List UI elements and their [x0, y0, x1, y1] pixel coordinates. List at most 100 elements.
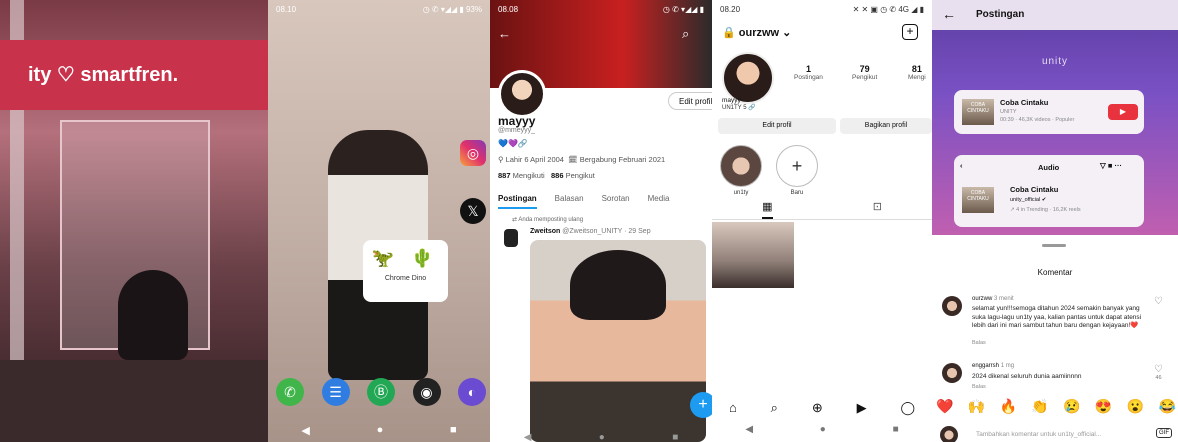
emoji-heart-eyes[interactable]: 😍	[1095, 398, 1112, 415]
emoji-wow[interactable]: 😮	[1127, 398, 1144, 415]
sound-artist: UNITY	[1000, 109, 1017, 115]
app-bottom-nav: ⌂ ⌕ ⊕ ▶ ◯	[712, 400, 932, 416]
sound-card[interactable]: COBA CINTAKU Coba Cintaku UNITY 00:39 · …	[954, 90, 1144, 134]
own-avatar	[940, 426, 958, 442]
profile-meta: ⚲ Lahir 6 April 2004 🗓 Bergabung Februar…	[498, 155, 712, 164]
recents-nav-icon[interactable]: ■	[672, 432, 678, 442]
create-icon[interactable]: +	[902, 24, 918, 40]
messages-app-icon[interactable]: ☰	[321, 378, 350, 406]
create-post-icon[interactable]: ⊕	[812, 400, 823, 416]
compose-post-button[interactable]: +	[690, 392, 712, 418]
camera-app-icon[interactable]: ◉	[412, 378, 441, 406]
audio-card[interactable]: ‹ Audio ▽ ■ ··· COBA CINTAKU Coba Cintak…	[954, 155, 1144, 227]
followers-label[interactable]: Pengikut	[566, 171, 595, 180]
comment-avatar[interactable]	[942, 296, 962, 316]
comment-reply[interactable]: Balas	[972, 340, 986, 346]
back-arrow-icon[interactable]: ←	[942, 6, 956, 22]
emoji-laugh[interactable]: 😂	[1158, 398, 1175, 415]
grid-icon[interactable]: ▦	[762, 200, 773, 219]
recents-nav-icon[interactable]: ■	[450, 424, 457, 437]
account-switcher[interactable]: 🔒 ourzww ⌄	[722, 26, 791, 39]
back-nav-icon[interactable]: ◀	[301, 424, 309, 437]
stat-following-num: 81	[911, 64, 922, 74]
back-nav-icon[interactable]: ◀	[524, 432, 532, 442]
status-icons: ◷ ✆ ▾◢◢ ▮ 93%	[422, 5, 482, 14]
home-icon[interactable]: ⌂	[729, 400, 737, 416]
tab-posts[interactable]: Postingan	[498, 194, 537, 209]
following-label[interactable]: Mengikuti	[513, 171, 545, 180]
sheet-title: Komentar	[1037, 268, 1073, 277]
sheet-handle[interactable]	[1042, 244, 1066, 247]
tagged-icon[interactable]: ⊡	[873, 200, 882, 219]
follow-counts: 887 Mengikuti 886 Pengikut	[498, 171, 595, 180]
search-icon[interactable]: ⌕	[682, 26, 689, 42]
back-nav-icon[interactable]: ◀	[745, 424, 753, 435]
highlight-unity[interactable]	[720, 145, 762, 187]
emoji-heart[interactable]: ❤️	[936, 398, 953, 415]
profile-icon[interactable]: ◯	[900, 400, 915, 416]
tab-media[interactable]: Media	[648, 194, 670, 209]
dino-label: Chrome Dino	[384, 275, 427, 282]
stat-posts[interactable]: 1 Postingan	[794, 64, 823, 81]
like-heart-icon[interactable]: ♡ 46	[1154, 364, 1163, 381]
gif-button[interactable]: GIF	[1156, 428, 1172, 438]
comment-username[interactable]: enggarrsh	[972, 363, 999, 369]
business-app-icon[interactable]: Ⓑ	[367, 378, 395, 406]
browser-app-icon[interactable]: ◐	[458, 378, 486, 406]
comment-input[interactable]: Tambahkan komentar untuk un1ty_official.…	[976, 431, 1101, 438]
emoji-cry[interactable]: 😢	[1063, 398, 1080, 415]
emoji-clap[interactable]: 👏	[1031, 398, 1048, 415]
app-dock: ✆ ☰ Ⓑ ◉ ◐	[276, 378, 486, 406]
like-heart-icon[interactable]: ♡	[1154, 296, 1163, 307]
post-author-name[interactable]: Zweitson	[530, 228, 560, 235]
x-app-icon[interactable]: 𝕏	[460, 198, 486, 224]
emoji-fire[interactable]: 🔥	[1000, 398, 1017, 415]
edit-profile-button[interactable]: Edit profil	[718, 118, 836, 134]
join-date: 🗓 Bergabung Februari 2021	[568, 155, 666, 164]
comment-input-bar[interactable]: Tambahkan komentar untuk un1ty_official.…	[940, 424, 1172, 442]
audio-artist[interactable]: unity_official ✔	[1010, 197, 1046, 203]
post-photo[interactable]	[530, 240, 706, 442]
post-author[interactable]: Zweitson @Zweitson_UNITY · 29 Sep	[530, 228, 651, 235]
brand-logo: unity	[1041, 56, 1069, 67]
stat-following[interactable]: 81 Mengi	[908, 64, 926, 81]
comment-avatar[interactable]	[942, 363, 962, 383]
phone-app-icon[interactable]: ✆	[276, 378, 304, 406]
share-profile-button[interactable]: Bagikan profil	[840, 118, 932, 134]
emoji-raised-hands[interactable]: 🙌	[968, 398, 985, 415]
photo-person	[118, 270, 188, 360]
tab-replies[interactable]: Balasan	[555, 194, 584, 209]
home-nav-icon[interactable]: ●	[820, 424, 826, 435]
x-profile-screen: 08.08 ◷ ✆ ▾◢◢ ▮ ← ⌕ Edit profil mayyy @m…	[490, 0, 712, 442]
recents-nav-icon[interactable]: ■	[893, 424, 899, 435]
comment-reply[interactable]: Balas	[972, 384, 986, 390]
post-author-avatar[interactable]	[504, 229, 518, 247]
chrome-dino-widget[interactable]: 🦖 🌵 Chrome Dino	[363, 240, 448, 302]
use-sound-button[interactable]: ▶	[1108, 104, 1138, 120]
photo-banner: ity ♡ smartfren.	[0, 40, 268, 110]
profile-avatar[interactable]	[498, 70, 546, 118]
stat-followers[interactable]: 79 Pengikut	[852, 64, 877, 81]
post-thumbnail[interactable]	[712, 222, 794, 288]
comment-username[interactable]: ourzww	[972, 296, 992, 302]
followers-count[interactable]: 886	[551, 171, 564, 180]
audio-actions-icon[interactable]: ▽ ■ ···	[1100, 161, 1122, 170]
comment-user[interactable]: ourzww 3 menit	[972, 296, 1014, 302]
following-count[interactable]: 887	[498, 171, 511, 180]
stat-followers-num: 79	[859, 64, 870, 74]
status-time: 08.20	[720, 5, 741, 14]
search-icon[interactable]: ⌕	[771, 400, 778, 416]
home-nav-icon[interactable]: ●	[599, 432, 605, 442]
comment-time: 1 mg	[1000, 363, 1015, 369]
reels-icon[interactable]: ▶	[857, 400, 867, 416]
edit-profile-button[interactable]: Edit profil	[668, 92, 712, 110]
instagram-app-icon[interactable]: ◎	[460, 140, 486, 166]
audio-back-icon[interactable]: ‹	[960, 161, 963, 170]
back-arrow-icon[interactable]: ←	[498, 26, 511, 41]
home-nav-icon[interactable]: ●	[377, 424, 384, 437]
tab-highlights[interactable]: Sorotan	[602, 194, 630, 209]
heart-glyph: ♡	[1154, 364, 1163, 375]
comment-user[interactable]: enggarrsh 1 mg	[972, 363, 1014, 369]
stat-following-label: Mengi	[908, 74, 926, 81]
new-highlight-button[interactable]: +	[776, 145, 818, 187]
